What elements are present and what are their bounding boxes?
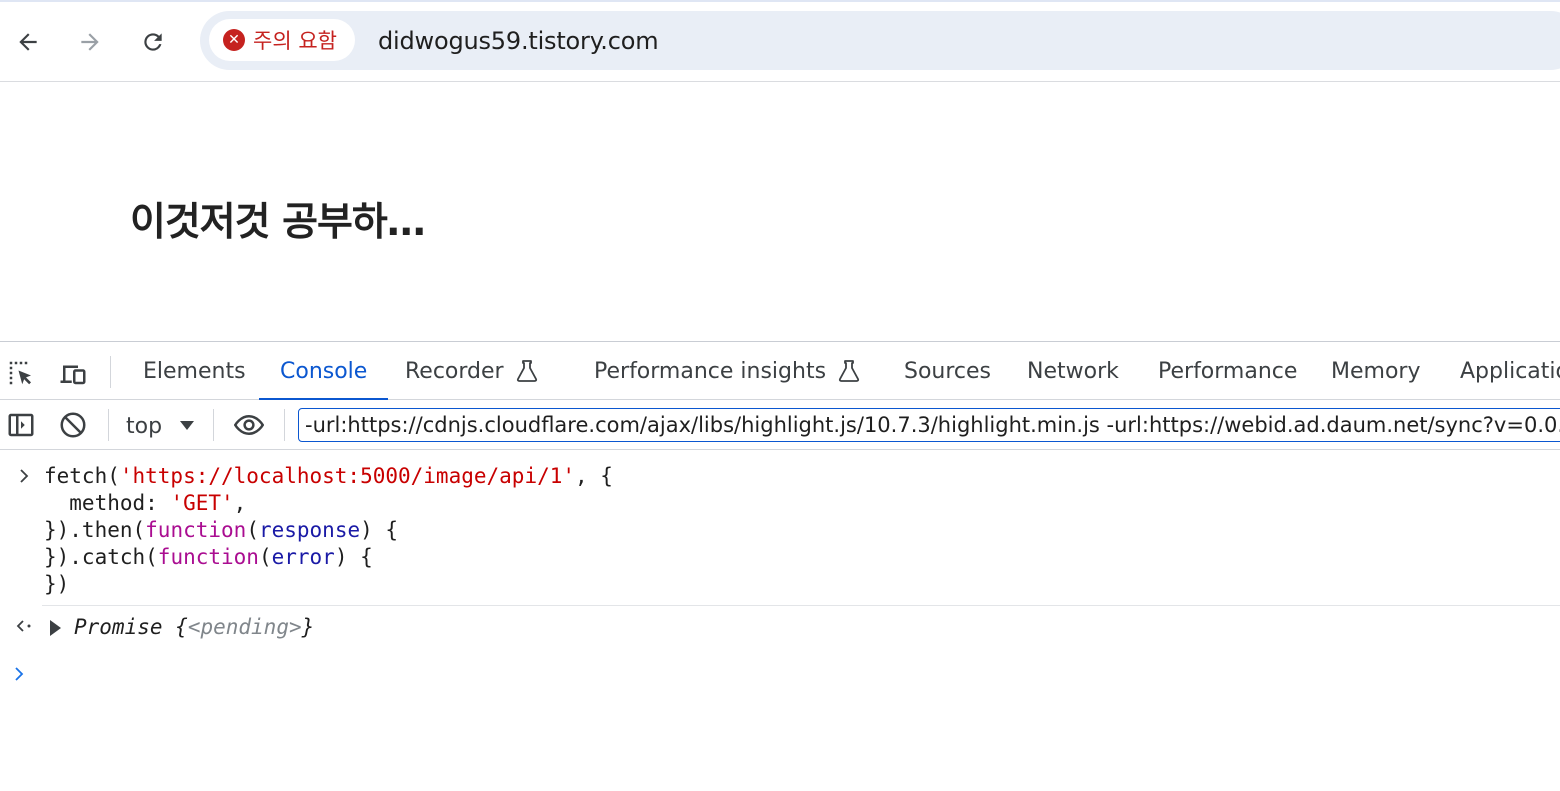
toolbar-divider bbox=[284, 409, 285, 441]
code-token: 'https://localhost:5000/image/api/1' bbox=[119, 464, 576, 488]
page-title[interactable]: 이것저것 공부하… bbox=[130, 191, 426, 247]
code-token: ( bbox=[246, 518, 259, 542]
devtools-tab-bar: Elements Console Recorder Performance in… bbox=[0, 342, 1560, 401]
tab-sources[interactable]: Sources bbox=[904, 342, 991, 400]
browser-toolbar: ✕ 주의 요함 didwogus59.tistory.com bbox=[0, 0, 1560, 82]
tab-strip-edge bbox=[0, 0, 1560, 2]
entry-divider bbox=[42, 605, 1560, 606]
site-info-chip[interactable]: ✕ 주의 요함 bbox=[209, 19, 355, 61]
arrow-right-icon bbox=[81, 33, 99, 51]
code-token: }).then( bbox=[44, 518, 146, 542]
console-prompt-icon[interactable] bbox=[12, 666, 26, 682]
expand-triangle-icon[interactable] bbox=[50, 619, 61, 636]
code-token: ) { bbox=[334, 545, 373, 569]
result-close-brace: } bbox=[301, 615, 315, 639]
device-toolbar-button[interactable] bbox=[56, 356, 90, 390]
tab-memory[interactable]: Memory bbox=[1331, 342, 1420, 400]
console-output[interactable]: fetch('https://localhost:5000/image/api/… bbox=[0, 451, 1560, 791]
console-result[interactable]: Promise {<pending>} bbox=[50, 614, 314, 641]
context-value: top bbox=[126, 413, 163, 439]
context-selector[interactable]: top bbox=[126, 410, 195, 442]
tab-network[interactable]: Network bbox=[1027, 342, 1119, 400]
tab-label: Performance bbox=[1158, 358, 1298, 384]
tab-elements[interactable]: Elements bbox=[143, 342, 246, 400]
security-label: 주의 요함 bbox=[253, 29, 337, 53]
code-token: }) bbox=[44, 572, 70, 596]
show-sidebar-button[interactable] bbox=[4, 408, 38, 442]
clear-icon bbox=[60, 412, 86, 438]
not-secure-icon: ✕ bbox=[223, 29, 245, 51]
back-button[interactable] bbox=[8, 22, 48, 62]
tab-label: Console bbox=[280, 358, 368, 384]
code-line: }).catch(function(error) { bbox=[44, 544, 613, 571]
tab-performance-insights[interactable]: Performance insights bbox=[594, 342, 860, 400]
tab-recorder[interactable]: Recorder bbox=[405, 342, 538, 400]
result-state: <pending> bbox=[187, 615, 302, 639]
tab-label: Application bbox=[1460, 358, 1560, 384]
code-token: function bbox=[157, 545, 259, 569]
inspect-element-button[interactable] bbox=[4, 356, 38, 390]
caret-down-icon bbox=[180, 421, 195, 430]
code-token: 'GET' bbox=[170, 491, 234, 515]
console-filter-input[interactable] bbox=[298, 408, 1560, 442]
code-token: response bbox=[258, 518, 361, 542]
code-line: fetch('https://localhost:5000/image/api/… bbox=[44, 463, 613, 490]
tab-label: Recorder bbox=[405, 358, 504, 384]
tab-label: Network bbox=[1027, 358, 1119, 384]
code-token: , { bbox=[575, 464, 613, 488]
code-line: method: 'GET', bbox=[44, 490, 613, 517]
inspect-cursor-icon bbox=[9, 361, 31, 385]
result-type: Promise bbox=[74, 615, 163, 639]
console-input-code[interactable]: fetch('https://localhost:5000/image/api/… bbox=[44, 463, 613, 598]
live-expression-button[interactable] bbox=[230, 408, 268, 442]
toolbar-divider bbox=[110, 356, 111, 388]
input-entry-chevron-icon bbox=[20, 469, 29, 483]
tab-label: Elements bbox=[143, 358, 246, 384]
code-token: }).catch( bbox=[44, 545, 158, 569]
toolbar-divider bbox=[108, 409, 109, 441]
reload-icon bbox=[144, 33, 162, 51]
code-token: function bbox=[145, 518, 247, 542]
device-icon bbox=[60, 365, 86, 385]
console-toolbar: top bbox=[0, 400, 1560, 450]
experimental-flask-icon bbox=[516, 360, 537, 382]
code-token: ) { bbox=[360, 518, 399, 542]
code-line: }) bbox=[44, 571, 613, 598]
sidebar-toggle-icon bbox=[8, 413, 34, 437]
result-return-arrow-icon bbox=[16, 620, 31, 632]
code-token: , bbox=[233, 491, 247, 515]
address-bar[interactable]: ✕ 주의 요함 didwogus59.tistory.com bbox=[200, 11, 1560, 70]
tab-label: Sources bbox=[904, 358, 992, 384]
tab-label: Performance insights bbox=[594, 358, 827, 384]
code-token: fetch( bbox=[44, 464, 120, 488]
code-line: }).then(function(response) { bbox=[44, 517, 613, 544]
tab-application[interactable]: Application bbox=[1460, 342, 1560, 400]
forward-button[interactable] bbox=[70, 22, 110, 62]
toolbar-divider bbox=[213, 409, 214, 441]
tab-performance[interactable]: Performance bbox=[1158, 342, 1297, 400]
code-token: error bbox=[271, 545, 335, 569]
devtools-panel: Elements Console Recorder Performance in… bbox=[0, 341, 1560, 791]
page-viewport: 이것저것 공부하… bbox=[0, 83, 1560, 341]
result-open-brace: { bbox=[162, 615, 188, 639]
eye-icon bbox=[234, 414, 264, 436]
url-text[interactable]: didwogus59.tistory.com bbox=[378, 27, 659, 55]
reload-button[interactable] bbox=[133, 22, 173, 62]
tab-label: Memory bbox=[1331, 358, 1421, 384]
experimental-flask-icon bbox=[838, 360, 860, 382]
tab-console[interactable]: Console bbox=[259, 342, 389, 401]
code-token: method: bbox=[44, 491, 171, 515]
arrow-left-icon bbox=[19, 33, 37, 51]
clear-console-button[interactable] bbox=[56, 408, 90, 442]
code-token: ( bbox=[258, 545, 272, 569]
